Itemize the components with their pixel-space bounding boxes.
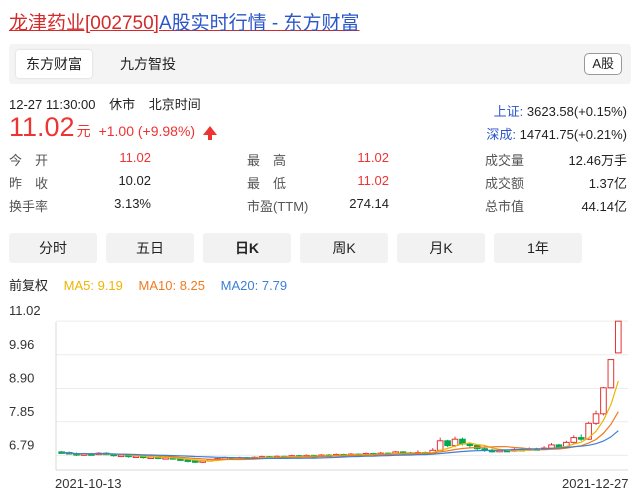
index-shenzhen-value: 14741.75(+0.21%) [516,127,627,142]
tab-intraday[interactable]: 分时 [9,233,97,263]
stock-name-code: 龙津药业[002750] [9,13,159,34]
candle-up [614,320,622,354]
current-price: 11.02 [9,112,75,142]
stat-value: 10.02 [118,173,151,188]
y-tick-label: 11.02 [9,303,41,318]
source-tab-bar: 东方财富 九方智投 A股 [9,44,631,84]
stat-label: 成交量 [485,153,525,168]
stat-value: 44.14亿 [581,199,627,214]
ma10-line [61,411,619,461]
price-unit: 元 [76,123,91,139]
stat-label: 总市值 [485,199,525,214]
index-shenzhen[interactable]: 深成: 14741.75(+0.21%) [486,124,627,143]
candle-up [600,387,607,415]
index-shanghai-name: 上证: [493,104,524,119]
candle-up [607,359,615,389]
candle-down [191,460,199,463]
y-tick-label: 9.96 [9,337,34,352]
candle-down [466,443,474,447]
stat-label: 市盈(TTM) [247,199,309,214]
candle-up [592,413,600,424]
adjust-label[interactable]: 前复权 [9,278,48,293]
stat-label: 换手率 [9,199,49,214]
stat-label: 最 高 [247,153,287,168]
status-time: 12-27 11:30:00 [9,97,96,112]
stats-row: 昨 收 10.02 最 低 11.02 成交额 1.37亿 [9,173,631,196]
price-change: +1.00 (+9.98%) [98,123,196,139]
page-title-rest: A股实时行情 - 东方财富 [158,13,360,34]
candle-down [444,440,451,447]
stat-label: 今 开 [9,153,49,168]
stat-value: 274.14 [349,196,389,211]
status-zone: 北京时间 [148,97,201,112]
y-tick-label: 7.85 [9,404,34,419]
index-shenzhen-name: 深成: [486,127,517,142]
tab-eastmoney[interactable]: 东方财富 [16,50,92,78]
stat-label: 成交额 [485,176,525,191]
candle-down [577,437,585,440]
tab-five-day[interactable]: 五日 [106,233,194,263]
tab-jiufang[interactable]: 九方智投 [110,50,186,78]
up-arrow-icon [203,126,218,140]
candle-down [184,459,192,462]
stat-value: 3.13% [114,196,151,211]
y-tick-label: 8.90 [9,370,34,385]
ma10-label: MA10: 8.25 [138,278,206,293]
stat-value: 11.02 [119,150,151,165]
x-tick-label: 2021-10-13 [55,476,122,491]
tab-monthly-k[interactable]: 月K [397,233,485,263]
stats-row: 换手率 3.13% 市盈(TTM) 274.14 总市值 44.14亿 [9,196,631,219]
quote-stats: 今 开 11.02 最 高 11.02 成交量 12.46万手 昨 收 10.0… [9,150,631,219]
x-tick-label: 2021-12-27 [562,476,629,491]
stat-value: 11.02 [357,150,389,165]
candle-up [117,454,125,458]
candle-up [436,440,444,451]
stat-value: 12.46万手 [568,153,627,168]
ma-legend: 前复权 MA5: 9.19 MA10: 8.25 MA20: 7.79 [9,275,299,294]
period-tabs: 分时 五日 日K 周K 月K 1年 [9,233,631,263]
stat-label: 昨 收 [9,176,49,191]
stat-value: 1.37亿 [588,176,627,191]
y-tick-label: 6.79 [9,437,34,452]
status-state: 休市 [109,97,136,112]
tab-weekly-k[interactable]: 周K [300,233,388,263]
stat-label: 最 低 [247,176,287,191]
page-title-link[interactable]: 龙津药业[002750]A股实时行情 - 东方财富 [9,8,360,35]
kline-chart[interactable]: 11.02 9.96 8.90 7.85 6.79 2021-10-13 2021-12-2… [0,298,640,495]
candle-up [570,437,578,443]
price-row: 11.02 元 +1.00 (+9.98%) [9,112,218,143]
market-badge: A股 [584,53,622,75]
stats-row: 今 开 11.02 最 高 11.02 成交量 12.46万手 [9,150,631,173]
market-status: 12-27 11:30:00 休市 北京时间 [9,94,211,113]
ma20-line [61,430,619,459]
index-shanghai-value: 3623.58(+0.15%) [523,104,627,119]
tab-daily-k[interactable]: 日K [203,233,291,263]
tab-one-year[interactable]: 1年 [494,233,582,263]
candle-up [451,438,459,447]
stat-value: 11.02 [357,173,389,188]
ma20-label: MA20: 7.79 [220,278,288,293]
ma5-label: MA5: 9.19 [63,278,123,293]
index-shanghai[interactable]: 上证: 3623.58(+0.15%) [494,101,627,120]
